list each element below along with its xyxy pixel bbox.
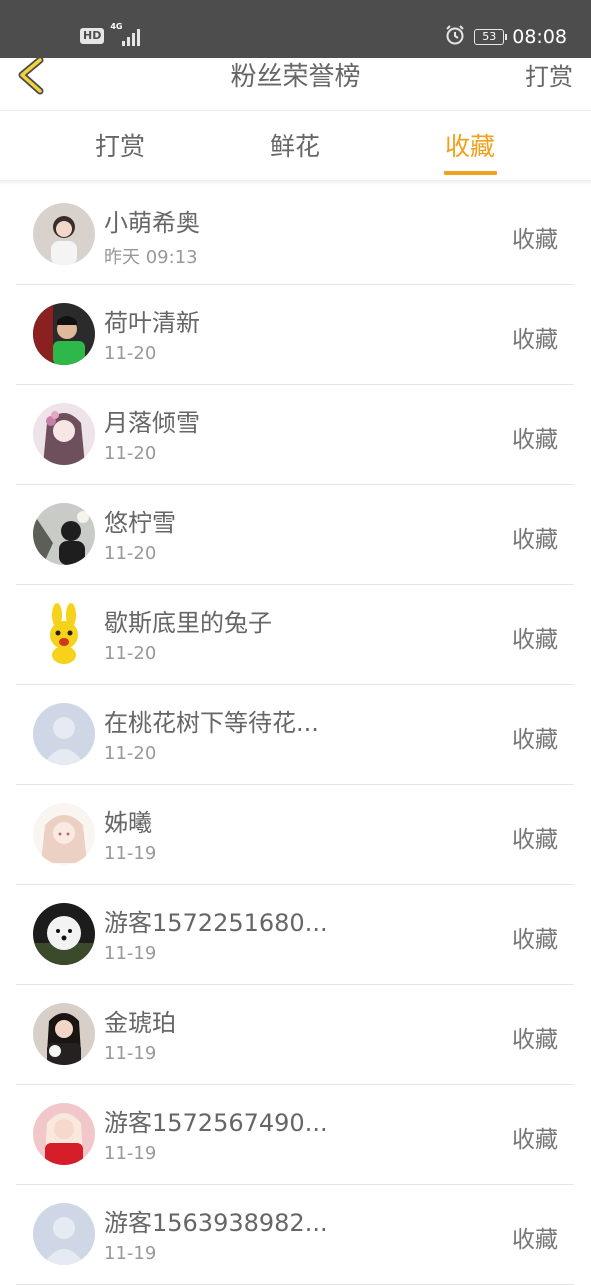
user-name: 在桃花树下等待花... — [104, 709, 319, 737]
active-tab-indicator — [444, 171, 497, 175]
avatar — [33, 203, 95, 265]
alarm-icon — [444, 24, 466, 50]
user-name: 荷叶清新 — [104, 309, 200, 337]
user-name: 游客1563938982... — [104, 1209, 328, 1237]
list-item[interactable]: 游客1572251680... 11-19 收藏 — [16, 885, 574, 985]
user-name: 游客1572567490... — [104, 1109, 328, 1137]
status-right: 53 08:08 — [444, 24, 567, 50]
timestamp: 11-20 — [104, 643, 157, 664]
list-item[interactable]: 悠柠雪 11-20 收藏 — [16, 485, 574, 585]
hd-badge: HD — [80, 28, 105, 44]
action-label: 收藏 — [512, 527, 558, 553]
avatar — [33, 603, 95, 665]
list-item[interactable]: 月落倾雪 11-20 收藏 — [16, 385, 574, 485]
timestamp: 11-20 — [104, 543, 157, 564]
avatar — [33, 1103, 95, 1165]
action-label: 收藏 — [512, 627, 558, 653]
action-label: 收藏 — [512, 227, 558, 253]
timestamp: 11-20 — [104, 343, 157, 364]
user-name: 歇斯底里的兔子 — [104, 609, 272, 637]
tab-favorites[interactable]: 收藏 — [410, 127, 530, 163]
network-type: 4G — [110, 22, 123, 31]
avatar — [33, 403, 95, 465]
header: 粉丝荣誉榜 打赏 — [0, 56, 591, 111]
clock: 08:08 — [512, 26, 567, 48]
user-name: 金琥珀 — [104, 1009, 176, 1037]
action-label: 收藏 — [512, 1027, 558, 1053]
timestamp: 11-19 — [104, 1143, 157, 1164]
timestamp: 11-19 — [104, 943, 157, 964]
avatar — [33, 803, 95, 865]
default-avatar-icon — [33, 1203, 95, 1265]
action-label: 收藏 — [512, 927, 558, 953]
timestamp: 11-20 — [104, 443, 157, 464]
list-item[interactable]: 游客1563938982... 11-19 收藏 — [16, 1185, 574, 1285]
action-label: 收藏 — [512, 427, 558, 453]
reward-button[interactable]: 打赏 — [525, 58, 573, 96]
page-title: 粉丝荣誉榜 — [230, 62, 361, 92]
list-item[interactable]: 歇斯底里的兔子 11-20 收藏 — [16, 585, 574, 685]
signal-icon: 4G — [110, 22, 142, 46]
list-item[interactable]: 在桃花树下等待花... 11-20 收藏 — [16, 685, 574, 785]
user-name: 游客1572251680... — [104, 909, 328, 937]
tab-flowers[interactable]: 鲜花 — [235, 127, 355, 163]
action-label: 收藏 — [512, 1127, 558, 1153]
user-name: 姊曦 — [104, 809, 152, 837]
action-label: 收藏 — [512, 827, 558, 853]
status-left: HD 4G — [80, 22, 142, 46]
list-item[interactable]: 金琥珀 11-19 收藏 — [16, 985, 574, 1085]
timestamp: 11-20 — [104, 743, 157, 764]
fan-list: 小萌希奥 昨天 09:13 收藏 荷叶清新 11-20 收藏 月落倾雪 11-2… — [0, 185, 591, 1285]
user-name: 小萌希奥 — [104, 209, 200, 237]
action-label: 收藏 — [512, 327, 558, 353]
avatar — [33, 503, 95, 565]
default-avatar-icon — [33, 703, 95, 765]
status-bar: HD 4G 53 08:08 — [0, 0, 591, 58]
avatar — [33, 1003, 95, 1065]
avatar — [33, 303, 95, 365]
timestamp: 11-19 — [104, 1043, 157, 1064]
action-label: 收藏 — [512, 1227, 558, 1253]
list-item[interactable]: 姊曦 11-19 收藏 — [16, 785, 574, 885]
avatar — [33, 903, 95, 965]
tab-reward[interactable]: 打赏 — [60, 127, 180, 163]
battery-icon: 53 — [474, 29, 508, 45]
list-item[interactable]: 小萌希奥 昨天 09:13 收藏 — [16, 185, 574, 285]
timestamp: 昨天 09:13 — [104, 247, 198, 268]
tab-bar: 打赏 鲜花 收藏 — [0, 111, 591, 181]
list-item[interactable]: 荷叶清新 11-20 收藏 — [16, 285, 574, 385]
user-name: 悠柠雪 — [104, 509, 176, 537]
timestamp: 11-19 — [104, 1243, 157, 1264]
action-label: 收藏 — [512, 727, 558, 753]
timestamp: 11-19 — [104, 843, 157, 864]
user-name: 月落倾雪 — [104, 409, 200, 437]
list-item[interactable]: 游客1572567490... 11-19 收藏 — [16, 1085, 574, 1185]
